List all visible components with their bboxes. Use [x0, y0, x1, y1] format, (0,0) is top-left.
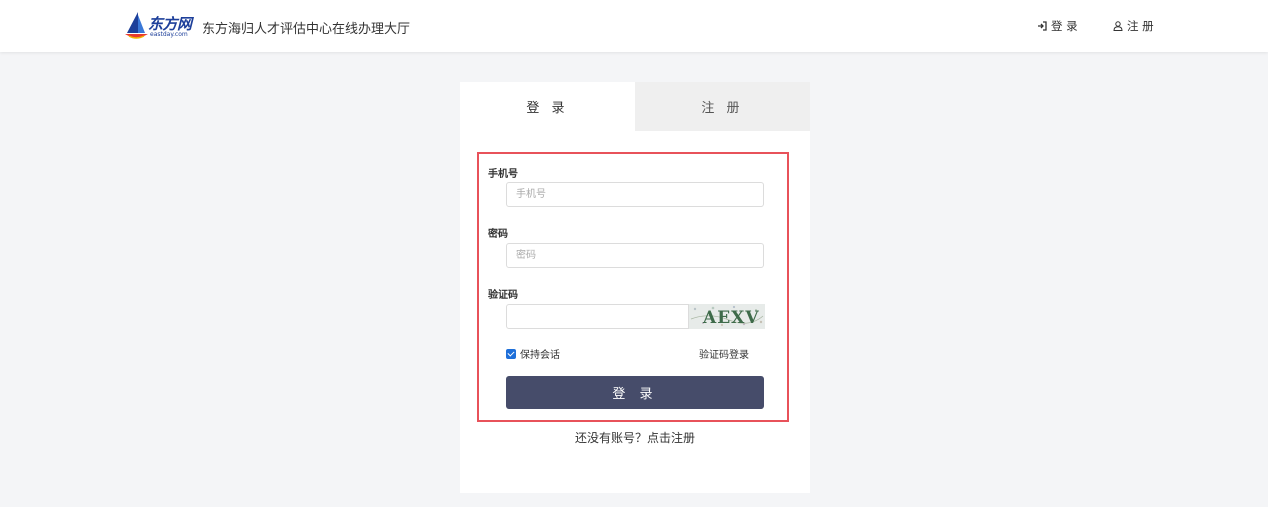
phone-input[interactable]	[506, 182, 764, 207]
top-bar: 东方网 eastday.com 东方海归人才评估中心在线办理大厅 登 录 注 册	[0, 0, 1268, 52]
remember-checkbox[interactable]	[506, 348, 516, 359]
logo-subtext: eastday.com	[150, 31, 188, 38]
nav-register-label: 注 册	[1127, 19, 1154, 33]
auth-card: 登 录 注 册 手机号 密码 验证码 AEXV 保持会话 验证码登录 登 录 还…	[460, 82, 810, 493]
code-login-link[interactable]: 验证码登录	[699, 346, 749, 361]
site-title: 东方海归人才评估中心在线办理大厅	[202, 22, 411, 37]
nav-login-link[interactable]: 登 录	[1037, 18, 1078, 34]
password-input[interactable]	[506, 243, 764, 268]
login-submit-button[interactable]: 登 录	[506, 376, 764, 409]
remember-label: 保持会话	[520, 350, 560, 361]
captcha-input[interactable]	[506, 304, 689, 329]
captcha-text: AEXV	[702, 308, 760, 328]
user-icon	[1113, 21, 1123, 31]
nav-login-label: 登 录	[1051, 19, 1078, 33]
captcha-noise: AEXV	[689, 304, 765, 329]
sign-in-icon	[1038, 21, 1047, 31]
sail-logo-icon	[125, 12, 148, 39]
captcha-label: 验证码	[488, 290, 518, 301]
phone-label: 手机号	[488, 169, 518, 180]
remember-session[interactable]: 保持会话	[506, 346, 560, 361]
tab-login[interactable]: 登 录	[460, 82, 635, 131]
captcha-image[interactable]: AEXV	[689, 304, 765, 329]
tab-register[interactable]: 注 册	[635, 82, 810, 131]
nav-register-link[interactable]: 注 册	[1113, 18, 1154, 34]
register-prompt-link[interactable]: 还没有账号？点击注册	[460, 429, 810, 446]
site-logo[interactable]: 东方网 eastday.com	[124, 11, 192, 41]
password-label: 密码	[488, 229, 508, 240]
